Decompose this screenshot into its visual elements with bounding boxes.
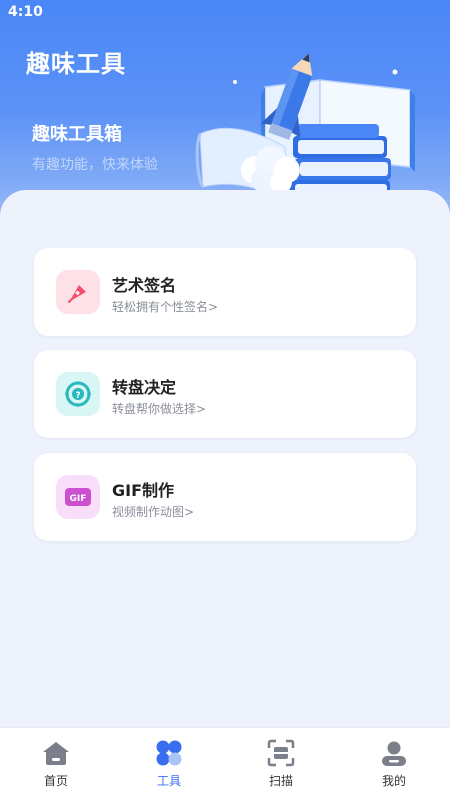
nav-item-scan[interactable]: 扫描 — [241, 738, 321, 789]
tool-title: 转盘决定 — [112, 378, 177, 397]
gif-icon-text: GIF — [70, 494, 87, 504]
scan-icon — [241, 738, 321, 768]
gif-icon: GIF — [56, 475, 100, 519]
tool-card-art-signature[interactable]: 艺术签名 轻松拥有个性签名> — [34, 248, 416, 336]
bottom-nav: 首页 工具 扫描 我的 — [0, 727, 450, 801]
tool-subtitle: 轻松拥有个性签名> — [112, 300, 219, 314]
tool-subtitle: 视频制作动图> — [112, 505, 195, 519]
svg-text:?: ? — [75, 391, 80, 401]
nav-item-tools[interactable]: 工具 — [129, 738, 209, 789]
tool-title: 艺术签名 — [112, 276, 177, 295]
nav-item-profile[interactable]: 我的 — [354, 738, 434, 789]
nav-label-profile: 我的 — [381, 774, 406, 788]
hero-title: 趣味工具箱 — [32, 124, 122, 145]
tools-panel: 艺术签名 轻松拥有个性签名> ? 转盘决定 转盘帮你做选择> GIF GIF制作… — [0, 190, 450, 730]
tool-card-gif-maker[interactable]: GIF GIF制作 视频制作动图> — [34, 453, 416, 541]
status-time: 4:10 — [8, 4, 43, 20]
page-title: 趣味工具 — [26, 50, 126, 78]
tool-card-wheel-decision[interactable]: ? 转盘决定 转盘帮你做选择> — [34, 350, 416, 438]
nav-label-tools: 工具 — [156, 774, 181, 788]
nav-item-home[interactable]: 首页 — [16, 738, 96, 789]
tool-title: GIF制作 — [112, 481, 175, 500]
tool-subtitle: 转盘帮你做选择> — [112, 402, 207, 416]
pen-signature-icon — [56, 270, 100, 314]
nav-label-home: 首页 — [43, 774, 68, 788]
home-icon — [16, 738, 96, 768]
nav-label-scan: 扫描 — [268, 774, 293, 788]
tools-grid-icon — [129, 738, 209, 768]
profile-icon — [354, 738, 434, 768]
wheel-icon: ? — [56, 372, 100, 416]
hero-subtitle: 有趣功能，快来体验 — [32, 157, 158, 173]
